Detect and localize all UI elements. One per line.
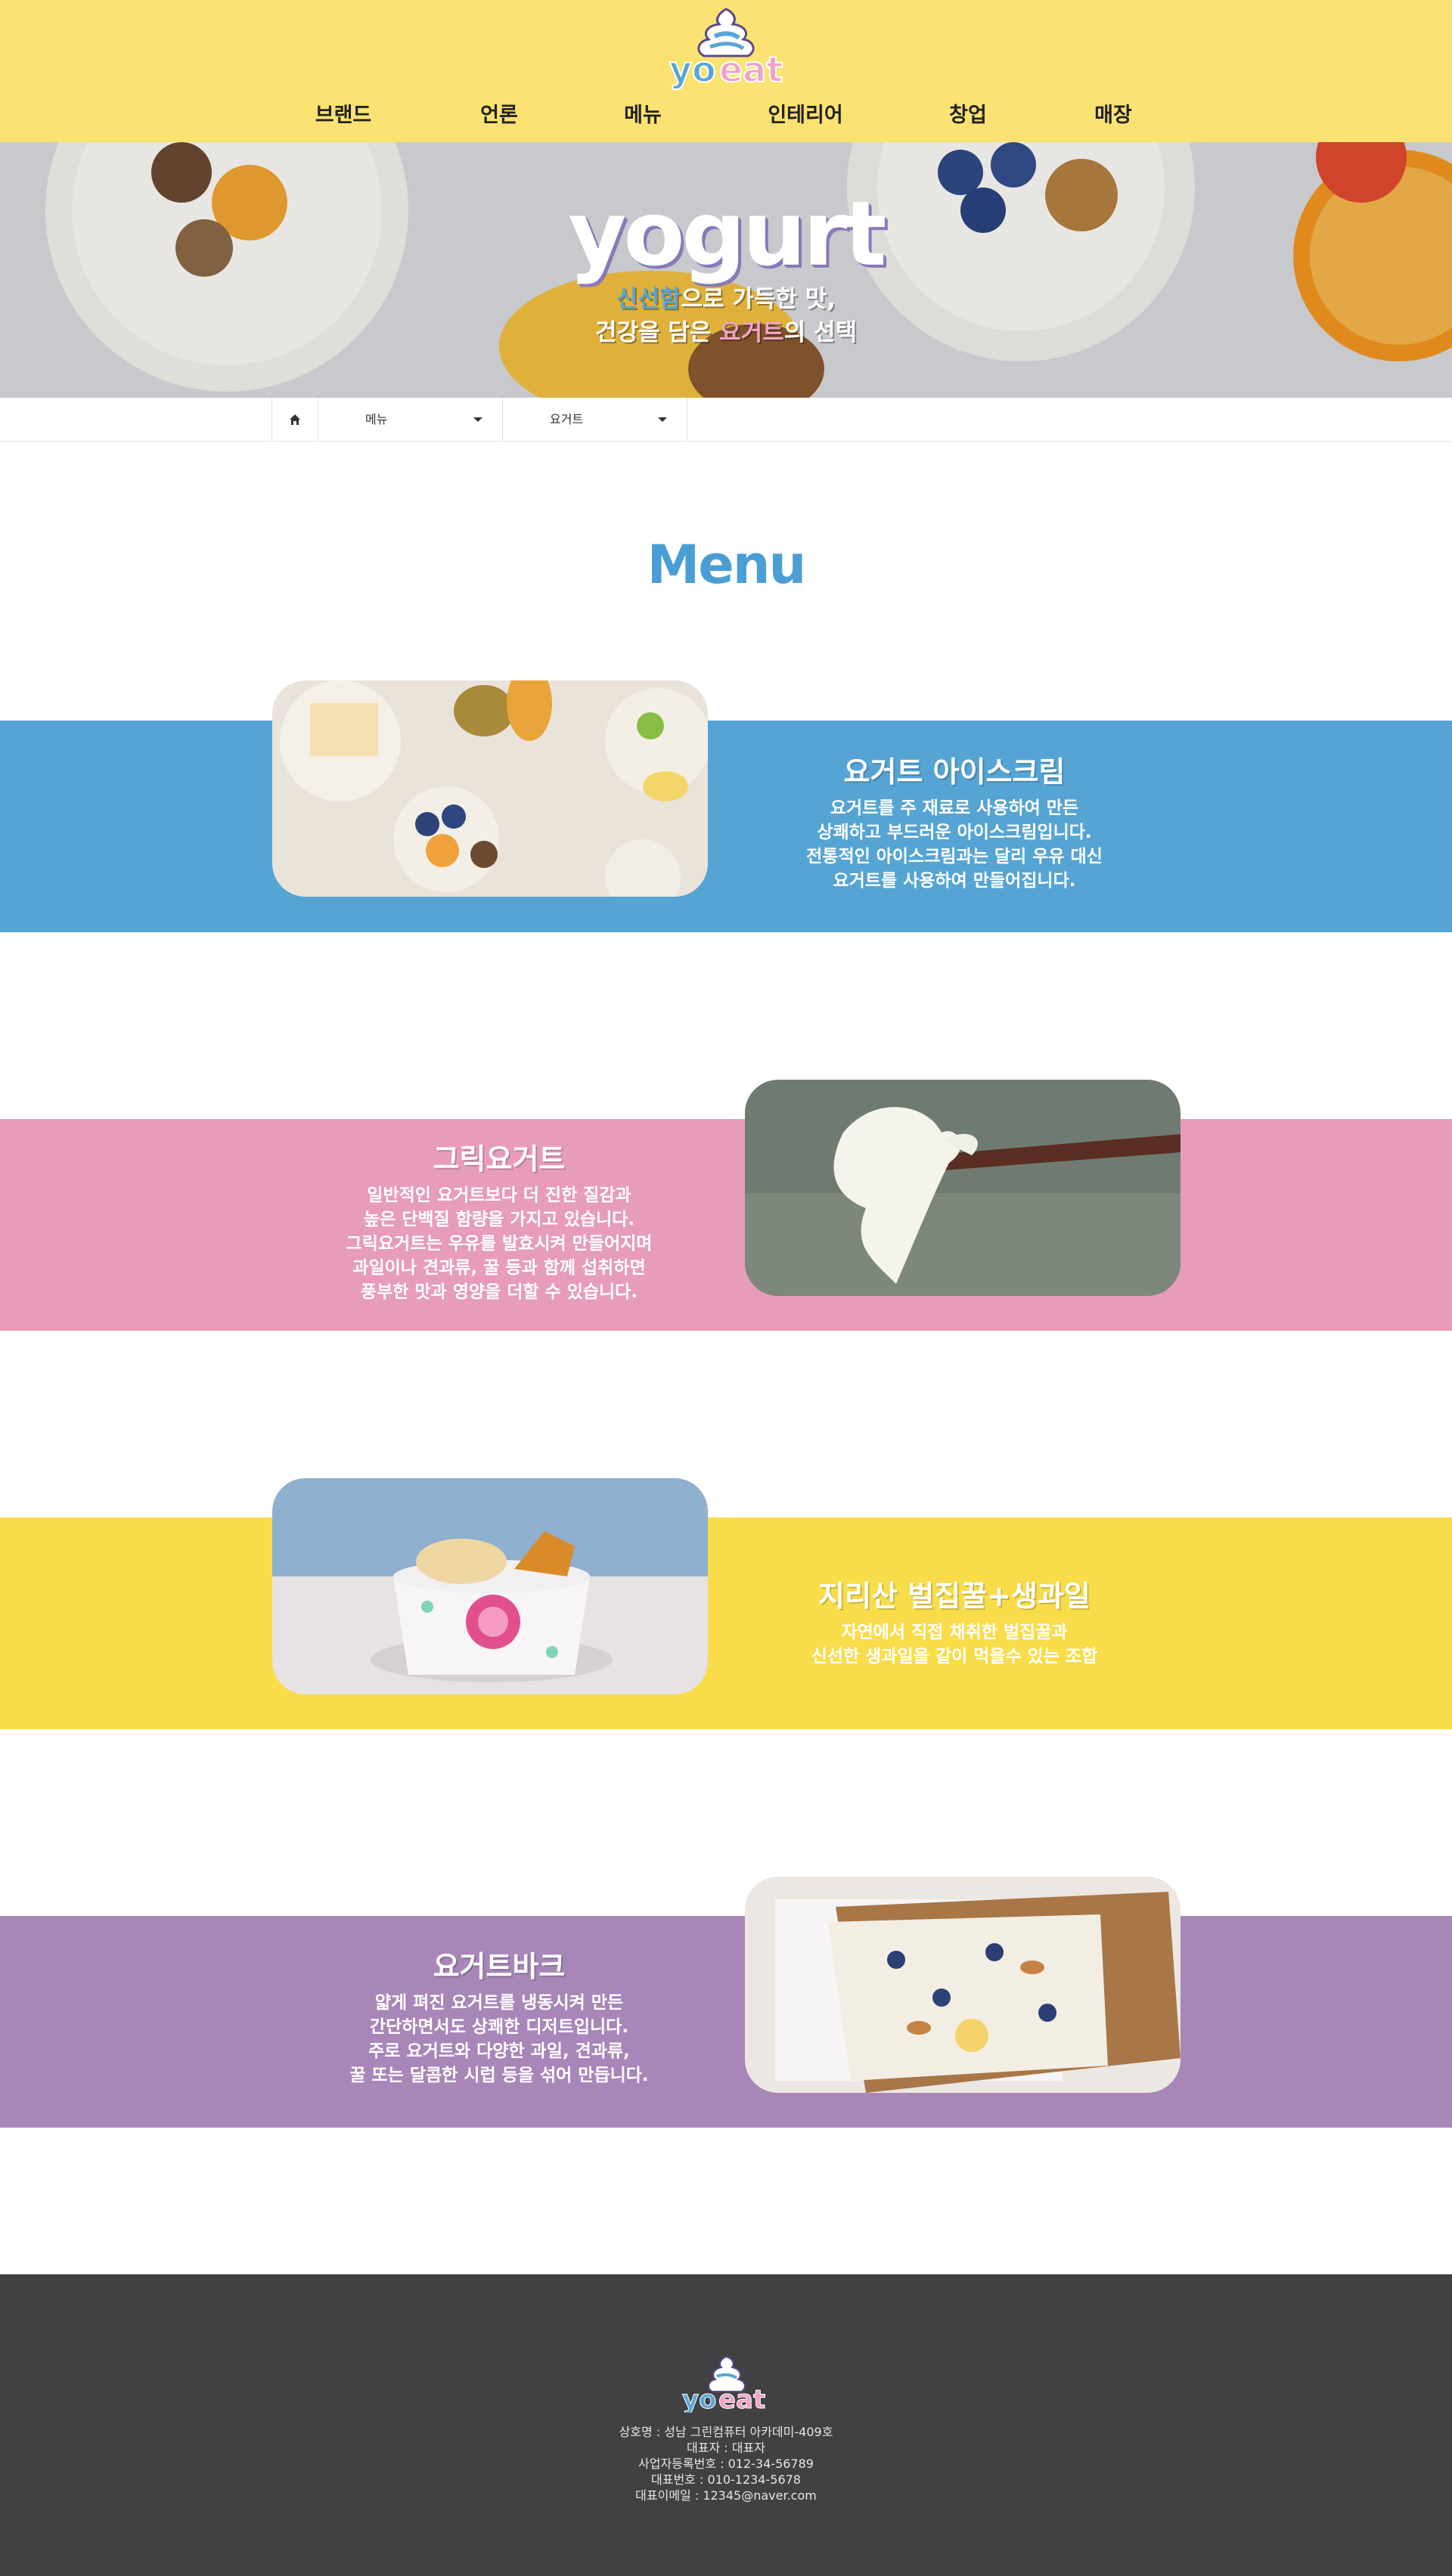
menu-desc-3-line2: 신선한 생과일을 같이 먹을수 있는 조합 xyxy=(811,1647,1098,1666)
nav-item-press[interactable]: 언론 xyxy=(439,97,560,135)
main-nav: 브랜드 언론 메뉴 인테리어 창업 매장 xyxy=(0,97,1452,135)
svg-text:eat: eat xyxy=(719,49,783,90)
menu-title-4: 요거트바크 xyxy=(433,1950,566,1983)
breadcrumb-select-menu[interactable]: 메뉴 xyxy=(318,398,503,442)
nav-item-franchise[interactable]: 창업 xyxy=(908,97,1028,135)
hero-subtitle: 신선함으로 가득한 맛, 건강을 담은 요거트의 선택 xyxy=(0,283,1452,349)
site-footer: yo eat 상호명 : 성남 그린컴퓨터 아카데미-409호 대표자 : 대표… xyxy=(0,2274,1452,2576)
nav-item-menu[interactable]: 메뉴 xyxy=(582,97,703,135)
menu-desc-4-line3: 주로 요거트와 다양한 과일, 견과류, xyxy=(368,2041,630,2061)
menu-band-2 xyxy=(0,1119,1452,1331)
nav-item-brand[interactable]: 브랜드 xyxy=(283,97,404,135)
menu-text-3: 지리산 벌집꿀+생과일 자연에서 직접 채취한 벌집꿀과 신선한 생과일을 같이… xyxy=(743,1573,1166,1669)
breadcrumb-home[interactable] xyxy=(271,398,318,442)
menu-title-1: 요거트 아이스크림 xyxy=(843,755,1066,789)
caret-down-icon xyxy=(658,417,667,422)
menu-desc-4-line2: 간단하면서도 상쾌한 디저트입니다. xyxy=(369,2017,629,2037)
menu-band-1 xyxy=(0,721,1452,932)
hero-highlight-yogurt: 요거트 xyxy=(719,319,784,346)
menu-desc-1-line1: 요거트를 주 재료로 사용하여 만든 xyxy=(830,798,1079,818)
menu-title-3: 지리산 벌집꿀+생과일 xyxy=(818,1579,1091,1613)
footer-logo[interactable]: yo eat xyxy=(673,2354,779,2416)
menu-band-4 xyxy=(0,1916,1452,2128)
menu-desc-2-line3: 그릭요거트는 우유를 발효시켜 만들어지며 xyxy=(346,1234,653,1254)
hero-line2b: 의 선택 xyxy=(783,319,858,346)
menu-text-1: 요거트 아이스크림 요거트를 주 재료로 사용하여 만든 상쾌하고 부드러운 아… xyxy=(743,749,1166,893)
menu-image-4 xyxy=(745,1877,1181,2093)
menu-desc-4-line4: 꿀 또는 달콤한 시럽 등을 섞어 만듭니다. xyxy=(349,2066,649,2085)
menu-image-2 xyxy=(745,1080,1181,1296)
hero-banner: yogurt 신선함으로 가득한 맛, 건강을 담은 요거트의 선택 xyxy=(0,142,1452,398)
menu-desc-2-line5: 풍부한 맛과 영양을 더할 수 있습니다. xyxy=(360,1282,638,1302)
menu-desc-2-line4: 과일이나 견과류, 꿀 등과 함께 섭취하면 xyxy=(352,1258,646,1278)
menu-band-3 xyxy=(0,1517,1452,1729)
home-icon xyxy=(290,414,300,425)
footer-email: 대표이메일 : 12345@naver.com xyxy=(635,2488,817,2503)
breadcrumb-select-category[interactable]: 요거트 xyxy=(503,398,687,442)
section-title: Menu xyxy=(647,534,807,596)
menu-text-4: 요거트바크 얇게 펴진 요거트를 냉동시켜 만든 간단하면서도 상쾌한 디저트입… xyxy=(287,1943,711,2088)
menu-image-1 xyxy=(272,680,708,897)
hero-line1: 으로 가득한 맛, xyxy=(681,286,836,313)
breadcrumb: 메뉴 요거트 xyxy=(0,398,1452,442)
breadcrumb-select-category-label: 요거트 xyxy=(550,412,584,426)
menu-title-2: 그릭요거트 xyxy=(433,1142,566,1176)
footer-info: 상호명 : 성남 그린컴퓨터 아카데미-409호 대표자 : 대표자 사업자등록… xyxy=(0,2424,1452,2503)
menu-desc-1-line4: 요거트를 사용하여 만들어집니다. xyxy=(833,871,1076,891)
nav-item-stores[interactable]: 매장 xyxy=(1053,97,1174,135)
svg-text:eat: eat xyxy=(718,2385,765,2413)
breadcrumb-select-menu-label: 메뉴 xyxy=(365,412,388,426)
svg-text:yo: yo xyxy=(669,49,716,90)
footer-business-number: 사업자등록번호 : 012-34-56789 xyxy=(638,2457,814,2471)
menu-desc-2-line1: 일반적인 요거트보다 더 진한 질감과 xyxy=(367,1186,631,1205)
hero-line2a: 건강을 담은 xyxy=(594,319,720,346)
menu-image-3 xyxy=(272,1478,708,1694)
menu-desc-1-line3: 전통적인 아이스크림과는 달리 우유 대신 xyxy=(806,847,1103,866)
hero-title: yogurt xyxy=(568,181,886,286)
footer-phone: 대표번호 : 010-1234-5678 xyxy=(651,2472,801,2487)
caret-down-icon xyxy=(473,417,482,422)
brand-logo[interactable]: yo eat xyxy=(654,6,798,91)
menu-desc-1-line2: 상쾌하고 부드러운 아이스크림입니다. xyxy=(817,823,1092,842)
footer-company: 상호명 : 성남 그린컴퓨터 아카데미-409호 xyxy=(619,2425,833,2439)
menu-desc-2-line2: 높은 단백질 함량을 가지고 있습니다. xyxy=(363,1210,635,1229)
footer-ceo: 대표자 : 대표자 xyxy=(687,2441,765,2455)
svg-text:yo: yo xyxy=(682,2385,717,2413)
menu-desc-4-line1: 얇게 펴진 요거트를 냉동시켜 만든 xyxy=(374,1993,624,2013)
hero-highlight-fresh: 신선함 xyxy=(616,286,681,313)
site-header: yo eat 브랜드 언론 메뉴 인테리어 창업 매장 xyxy=(0,0,1452,142)
menu-text-2: 그릭요거트 일반적인 요거트보다 더 진한 질감과 높은 단백질 함량을 가지고… xyxy=(287,1136,711,1304)
nav-item-interior[interactable]: 인테리어 xyxy=(745,97,866,135)
menu-desc-3-line1: 자연에서 직접 채취한 벌집꿀과 xyxy=(841,1623,1068,1642)
